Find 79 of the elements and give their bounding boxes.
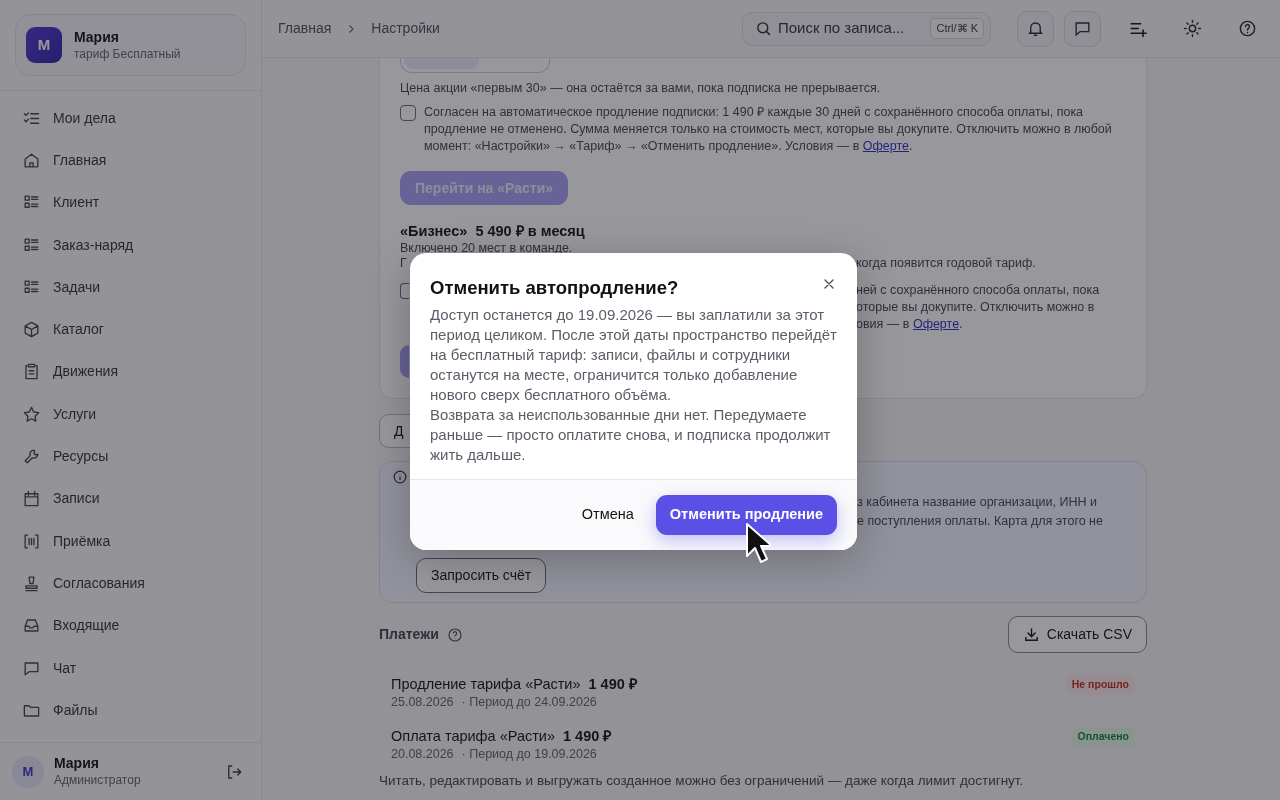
search-icon [755,20,772,37]
included-seats: Включено 20 мест в команде. [400,242,1126,255]
autorenew-consent: Согласен на автоматическое продление подписки: 1 490 ₽ каждые 30 дней с сохранённого способа оплаты, пока продление не отменено. Сумма меняется только на стоимость мест, которые вы докупите. Отключить можно в любой момент: «Настройки» → «Тариф» → «Отменить продление». Условия — в Оферте. [424,104,1113,155]
payment-title: Оплата тарифа «Расти» [391,727,555,746]
sidebar-item[interactable]: Клиент [0,181,261,224]
payment-amount: 1 490 ₽ [588,675,637,694]
sidebar-item[interactable]: Мои дела [0,97,261,140]
bell-icon [1026,19,1045,38]
consent-fragment: оторые вы докупите. Отключить можно в [856,299,1096,316]
dialog-title: Отменить автопродление? [430,277,680,300]
sidebar-item[interactable]: Приёмка [0,519,261,563]
footer-note: Читать, редактировать и выгружать созданное можно без ограничений — даже когда лимит достигнут. [379,773,1025,789]
calendar-icon [22,489,41,509]
cube-icon [22,320,41,340]
help-icon [446,626,463,643]
messages-button[interactable] [1064,10,1101,47]
house-icon [22,150,41,170]
plan-name: «Бизнес» [400,222,468,240]
sidebar-item[interactable]: Главная [0,139,261,182]
sidebar-item[interactable]: Каталог [0,308,261,351]
request-invoice-button[interactable]: Запросить счёт [416,558,547,593]
annual-note-start: Г [400,255,408,272]
notifications-button[interactable] [1017,10,1054,47]
invoice-note-fragment: з кабинета название организации, ИНН и [857,494,1098,511]
promo-note: Цена акции «первым 30» — она остаётся за вами, пока подписка не прерывается. [400,80,882,97]
confirm-button[interactable]: Отменить продление [655,495,837,535]
scan-icon [22,531,41,551]
payment-amount: 1 490 ₽ [563,727,612,746]
payment-date: 20.08.2026 [391,746,454,763]
section-title: Платежи [379,625,439,644]
cancel-button[interactable]: Отмена [581,496,634,534]
status-tag: Оплачено [1071,727,1135,747]
stamp-icon [22,573,41,593]
payment-period: · Период до 19.09.2026 [461,746,597,763]
sidebar-item[interactable]: Ресурсы [0,435,261,478]
breadcrumb-link[interactable]: Главная [278,18,332,39]
button-edge [400,345,409,378]
terms-link[interactable]: Оферте [862,139,909,153]
invoice-note-fragment: е поступления оплаты. Карта для этого не [857,513,1104,530]
help-icon [1238,19,1257,38]
sidebar-item[interactable]: Движения [0,350,261,394]
plan-price: 5 490 ₽ в месяц [475,222,585,240]
info-icon [393,470,407,484]
download-csv-button[interactable]: Скачать CSV [1007,616,1147,653]
sidebar-item[interactable]: Задачи [0,266,261,309]
download-icon [1022,626,1040,643]
star-icon [22,404,41,424]
checkbox[interactable] [400,105,416,121]
sun-icon [1183,19,1202,38]
shortcut-hint: Ctrl/⌘ K [930,18,984,39]
sidebar-item[interactable]: Входящие [0,604,261,647]
payment-date: 25.08.2026 [391,694,454,711]
sidebar-item[interactable]: Согласования [0,562,261,605]
consent-fragment: овия — в Оферте. [856,316,964,333]
sidebar-item[interactable]: Услуги [0,393,261,436]
wrench-icon [22,447,41,466]
checkbox-edge[interactable] [400,283,409,299]
user-avatar: М [12,755,44,788]
account-avatar: М [26,27,62,63]
account-name: Мария [74,28,120,46]
payment-title: Продление тарифа «Расти» [391,675,581,694]
sidebar-item[interactable]: Записи [0,477,261,520]
status-tag: Не прошло [1065,675,1135,695]
chat-icon [1073,19,1092,38]
consent-fragment: ней с сохранённого способа оплаты, пока [856,282,1100,299]
plan-label: тариф Бесплатный [74,45,181,62]
payment-period: · Период до 24.09.2026 [461,694,597,711]
dialog-text: Доступ останется до 19.09.2026 — вы заплатили за этот период целиком. После этой даты пространство перейдёт на бесплатный тариф: записи, файлы и сотрудники останутся на месте, ограничится только добавление нового сверх бесплатного объёма. [430,305,837,406]
logout-icon[interactable] [225,762,243,781]
user-role: Администратор [54,772,142,788]
sidebar-item[interactable]: Файлы [0,689,261,732]
annual-note-end: когда появится годовой тариф. [856,255,1036,272]
breadcrumb-current: Настройки [371,19,440,38]
search-bar[interactable]: Поиск по записа... Ctrl/⌘ K [742,11,991,46]
clipboard-icon [22,362,41,382]
user-name: Мария [54,755,100,772]
sidebar-item[interactable]: Заказ-наряд [0,223,261,267]
sidebar-item[interactable]: Чат [0,646,261,690]
search-input[interactable]: Поиск по записа... [778,17,908,40]
